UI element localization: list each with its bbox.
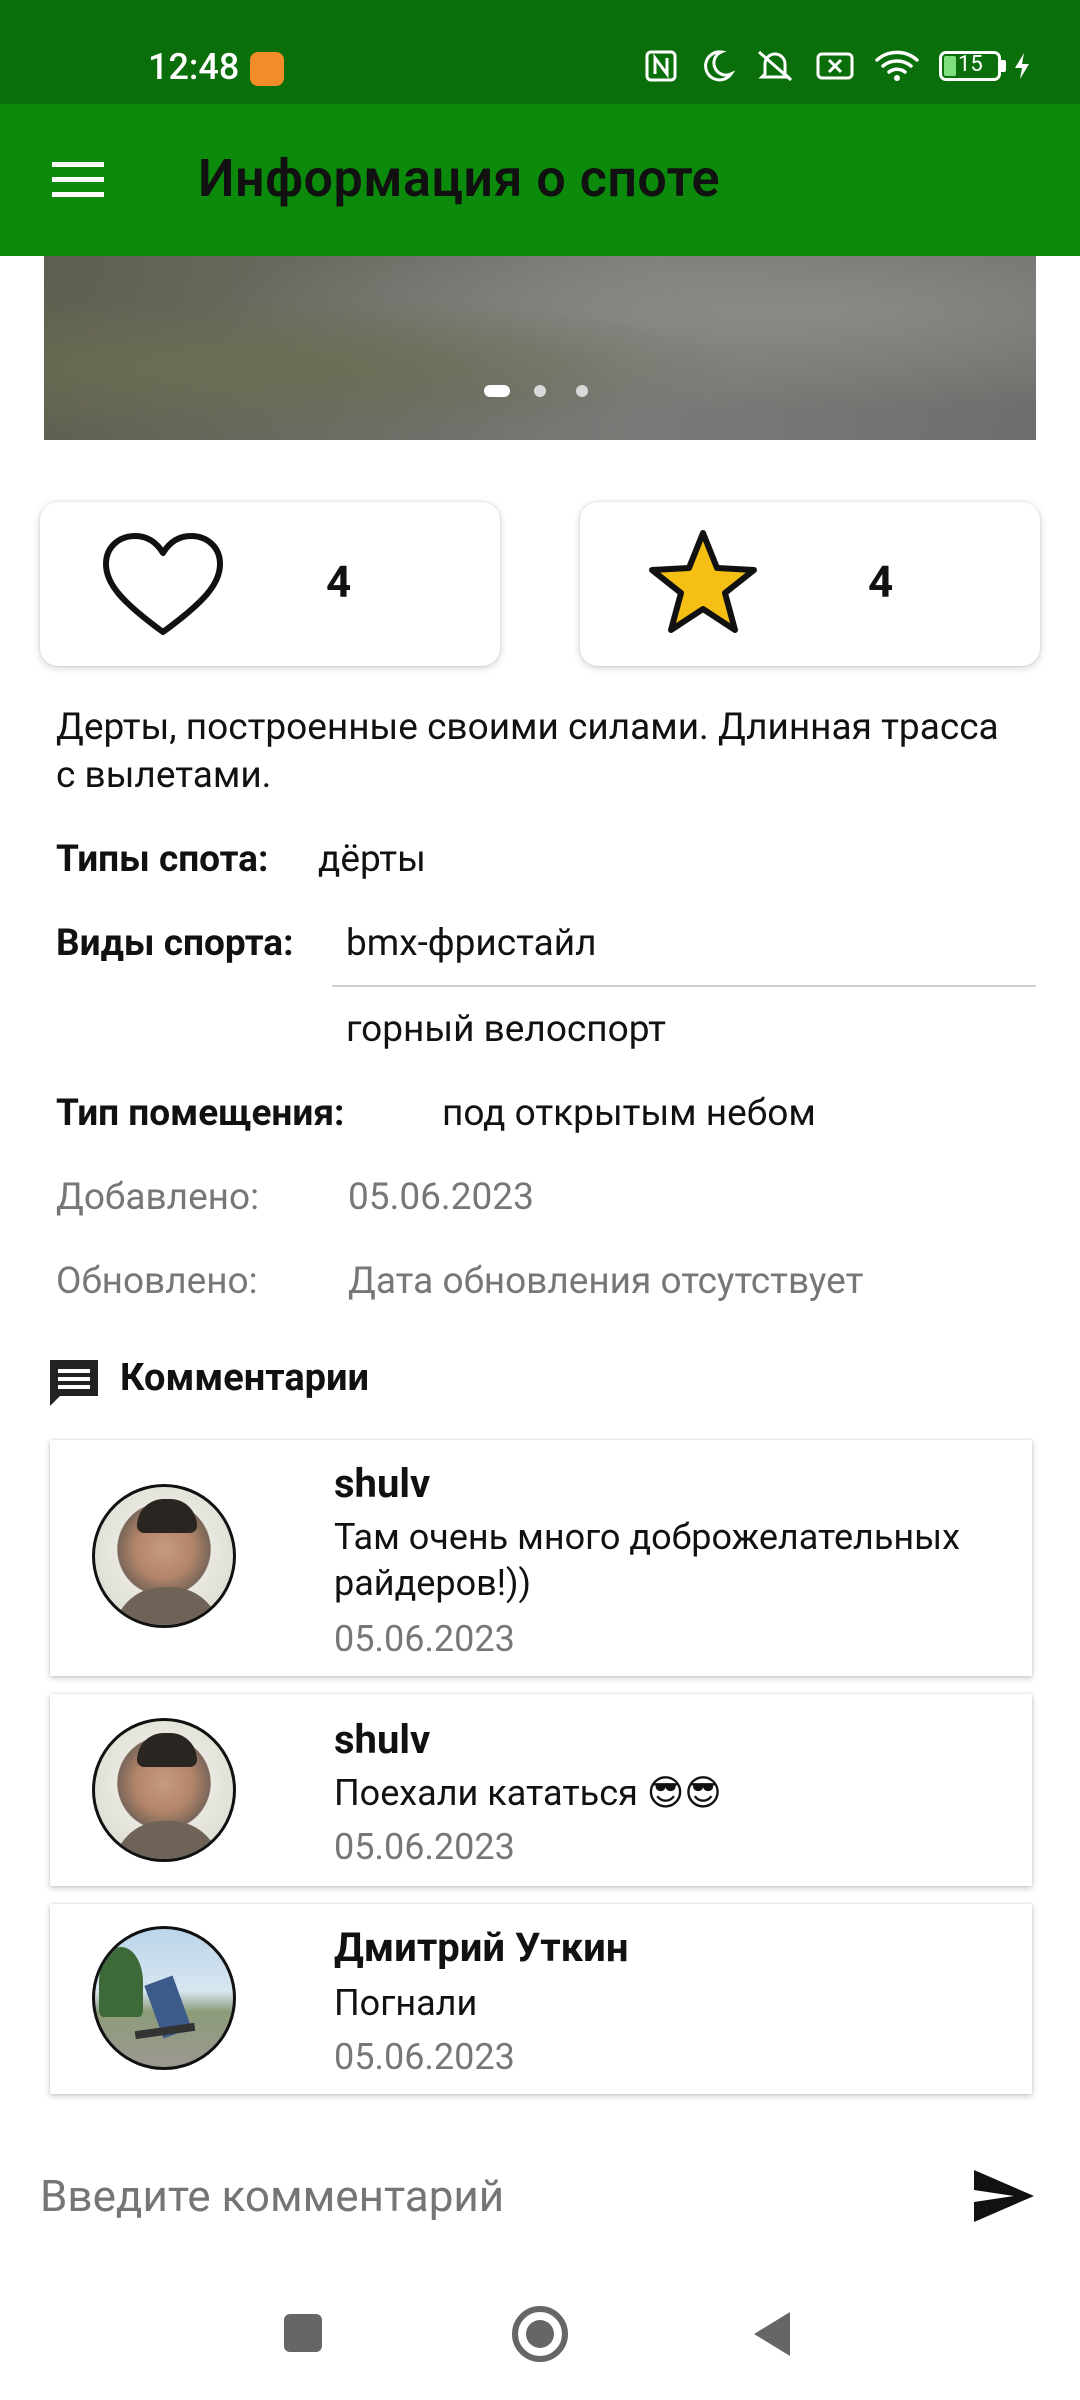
menu-button[interactable] [52, 160, 104, 200]
carousel-indicator[interactable] [576, 385, 588, 397]
comment-card: shulv Поехали кататься 😎😎 05.06.2023 [50, 1694, 1032, 1886]
likes-count: 4 [326, 556, 352, 608]
sport-item: bmx-фристайл [346, 922, 597, 965]
comment-icon [50, 1360, 98, 1406]
avatar[interactable] [92, 1484, 236, 1628]
send-icon[interactable] [972, 2168, 1036, 2224]
charging-icon [1015, 53, 1029, 79]
status-time: 12:48 [148, 46, 240, 88]
mute-icon [758, 50, 792, 82]
comment-card: Дмитрий Уткин Погнали 05.06.2023 [50, 1904, 1032, 2094]
battery-level: 15 [958, 52, 983, 77]
updated-value: Дата обновления отсутствует [348, 1260, 864, 1303]
added-value: 05.06.2023 [348, 1176, 534, 1219]
star-icon[interactable] [646, 528, 760, 638]
back-button[interactable] [752, 2310, 792, 2358]
recents-button[interactable] [284, 2314, 322, 2352]
moon-icon [704, 50, 735, 82]
page-title: Информация о споте [198, 148, 721, 209]
spot-types-value: дёрты [318, 838, 426, 881]
spot-photo-carousel[interactable] [44, 256, 1036, 440]
hamburger-icon [52, 162, 104, 197]
comment-author[interactable]: shulv [334, 1716, 430, 1763]
nfc-icon [645, 50, 677, 82]
spot-types-label: Типы спота: [56, 838, 269, 881]
heart-icon[interactable] [102, 532, 224, 638]
carousel-indicator-active[interactable] [484, 385, 510, 397]
comment-date: 05.06.2023 [334, 1618, 515, 1660]
wifi-icon [875, 50, 919, 81]
home-button[interactable] [512, 2306, 568, 2362]
venue-value: под открытым небом [442, 1092, 816, 1135]
health-app-icon [250, 52, 284, 86]
status-icons: 15 [643, 48, 1032, 84]
comment-text: Там очень много доброжелательных райдеро… [334, 1516, 960, 1604]
added-label: Добавлено: [56, 1176, 260, 1219]
comment-text: Погнали [334, 1982, 478, 2024]
carousel-indicator[interactable] [534, 385, 546, 397]
comment-input[interactable] [40, 2156, 940, 2236]
comment-date: 05.06.2023 [334, 1826, 515, 1868]
comment-author[interactable]: shulv [334, 1460, 430, 1507]
battery-icon: 15 [939, 51, 1032, 81]
updated-label: Обновлено: [56, 1260, 258, 1303]
comment-card: shulv Там очень много доброжелательных р… [50, 1440, 1032, 1676]
comments-header: Комментарии [120, 1356, 370, 1400]
comment-text: Поехали кататься 😎😎 [334, 1772, 722, 1814]
sport-item: горный велоспорт [346, 1008, 666, 1051]
spot-description: Дерты, построенные своими силами. Длинна… [56, 706, 999, 797]
avatar[interactable] [92, 1926, 236, 2070]
no-sim-icon [816, 52, 854, 80]
avatar[interactable] [92, 1718, 236, 1862]
favorites-count: 4 [868, 556, 894, 608]
sports-label: Виды спорта: [56, 922, 294, 965]
comment-date: 05.06.2023 [334, 2036, 515, 2078]
comment-author[interactable]: Дмитрий Уткин [334, 1924, 628, 1971]
sports-divider [332, 985, 1036, 987]
venue-label: Тип помещения: [56, 1092, 345, 1135]
